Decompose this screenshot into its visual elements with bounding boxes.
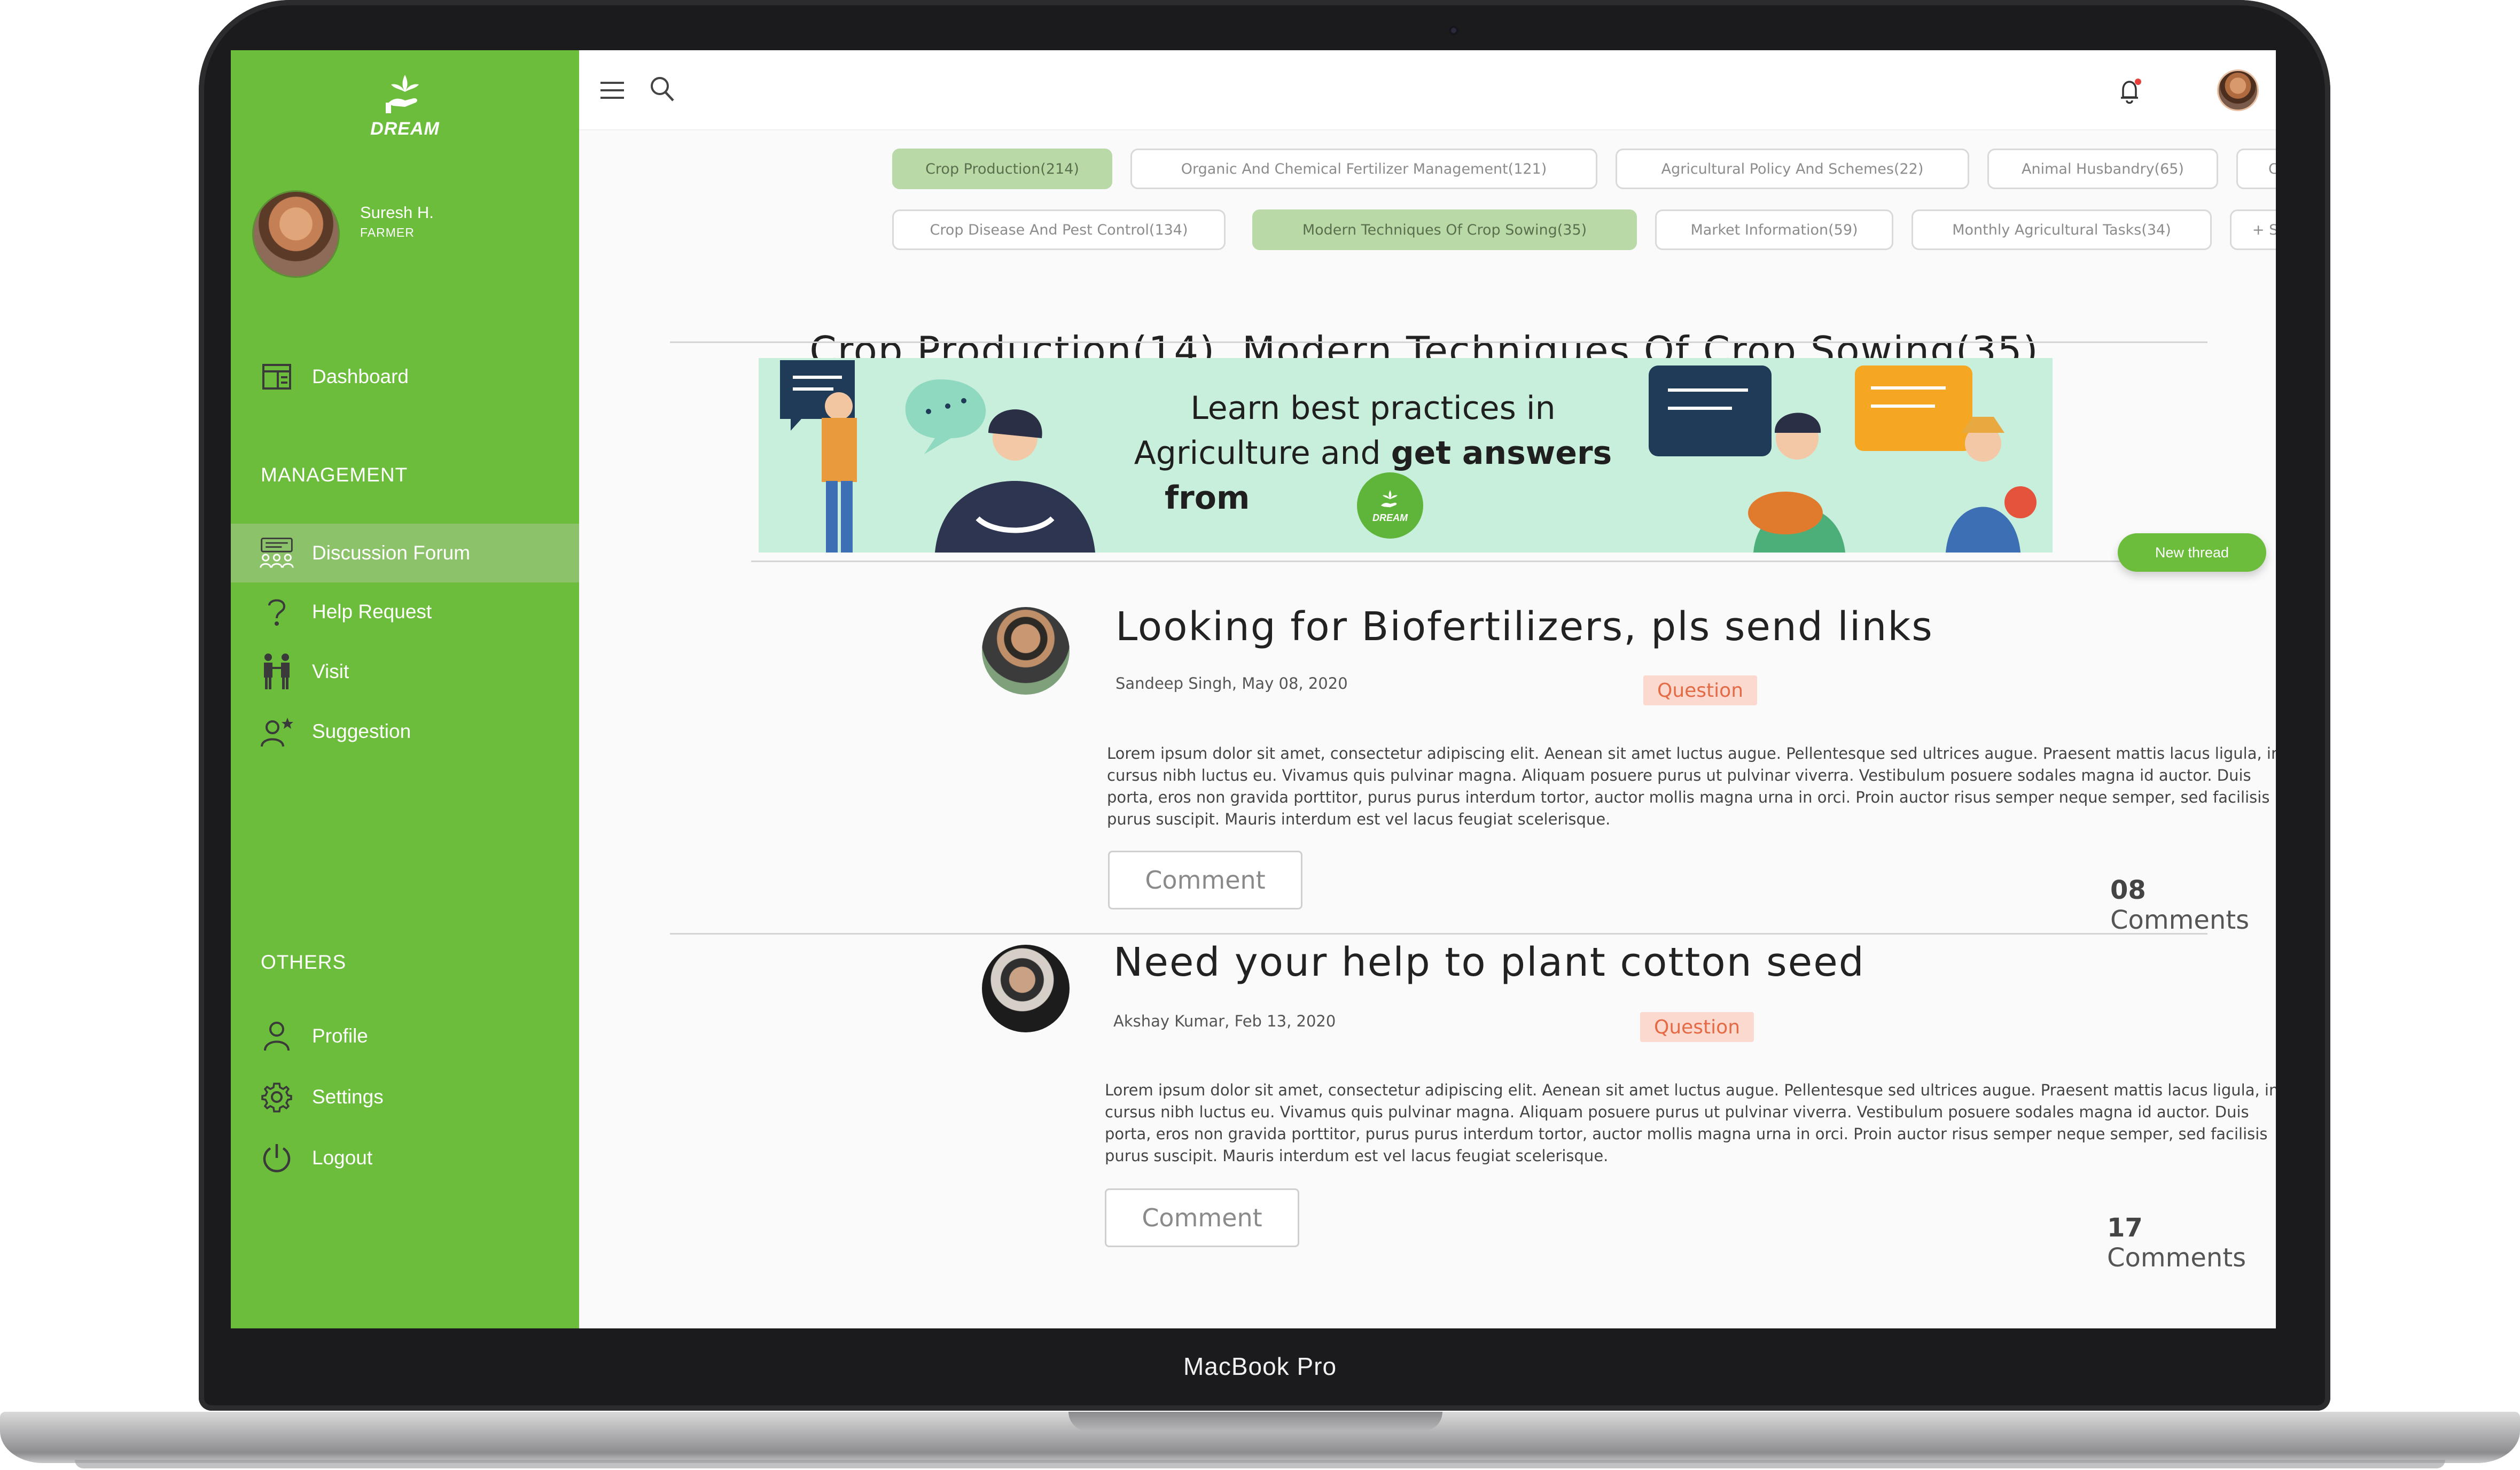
dream-logo-icon bbox=[386, 75, 419, 113]
user-name: Suresh H. bbox=[360, 203, 434, 222]
hamburger-menu-icon[interactable] bbox=[600, 81, 624, 103]
divider bbox=[670, 933, 2207, 935]
others-section-label: OTHERS bbox=[261, 951, 347, 973]
sidebar-item-label: Suggestion bbox=[312, 720, 411, 742]
banner-dream-logo: DREAM bbox=[1357, 472, 1423, 539]
brand[interactable]: DREAM bbox=[231, 71, 579, 139]
sidebar-item-label: Logout bbox=[312, 1147, 373, 1169]
user-avatar[interactable] bbox=[252, 190, 340, 278]
banner-illustration-right bbox=[1649, 365, 2037, 553]
category-chip[interactable]: Organic And Chemical Fertilizer Manageme… bbox=[1130, 149, 1597, 189]
management-section-label: MANAGEMENT bbox=[261, 464, 408, 486]
thread-body: Lorem ipsum dolor sit amet, consectetur … bbox=[1105, 1081, 2276, 1165]
sidebar-item-label: Help Request bbox=[312, 601, 432, 623]
laptop-notch bbox=[1068, 1412, 1442, 1431]
app-screen: DREAM Suresh H. FARMER Dashboard MANAGEM… bbox=[231, 50, 2276, 1328]
comment-count[interactable]: 17 Comments bbox=[2107, 1213, 2276, 1273]
banner-line-2b: get answers bbox=[1391, 434, 1612, 472]
sidebar-item-settings[interactable]: Settings bbox=[231, 1068, 579, 1126]
category-chip[interactable]: Crop Varieties(65) bbox=[2236, 149, 2276, 189]
sidebar-item-suggestion[interactable]: Suggestion bbox=[231, 702, 579, 761]
search-icon[interactable] bbox=[650, 76, 675, 105]
banner-line-1: Learn best practices in bbox=[1190, 390, 1556, 427]
notification-bell-icon[interactable] bbox=[2118, 78, 2143, 107]
show-all-button[interactable]: + Show all bbox=[2230, 209, 2276, 250]
category-chip[interactable]: Market Information(59) bbox=[1655, 209, 1893, 250]
sidebar: DREAM Suresh H. FARMER Dashboard MANAGEM… bbox=[231, 50, 579, 1328]
thread-title[interactable]: Need your help to plant cotton seed bbox=[1113, 939, 1865, 985]
power-icon bbox=[259, 1140, 295, 1176]
thread-title[interactable]: Looking for Biofertilizers, pls send lin… bbox=[1115, 604, 1933, 650]
thread-body: Lorem ipsum dolor sit amet, consectetur … bbox=[1107, 744, 2276, 828]
sidebar-item-label: Visit bbox=[312, 660, 349, 682]
thread-meta: Akshay Kumar, Feb 13, 2020 bbox=[1113, 1012, 1336, 1030]
sidebar-item-label: Settings bbox=[312, 1086, 384, 1108]
device-label: MacBook Pro bbox=[1183, 1352, 1337, 1380]
brand-name: DREAM bbox=[370, 119, 440, 139]
banner-logo-text: DREAM bbox=[1372, 512, 1408, 523]
category-chip[interactable]: Agricultural Policy And Schemes(22) bbox=[1616, 149, 1969, 189]
category-chip[interactable]: Monthly Agricultural Tasks(34) bbox=[1912, 209, 2212, 250]
banner-line-2a: Agriculture and bbox=[1134, 434, 1391, 472]
sidebar-item-visit[interactable]: Visit bbox=[231, 642, 579, 701]
comment-count-label: Comments bbox=[2110, 905, 2250, 935]
category-chip[interactable]: Modern Techniques Of Crop Sowing(35) bbox=[1252, 209, 1637, 250]
category-chip[interactable]: Crop Disease And Pest Control(134) bbox=[892, 209, 1226, 250]
profile-icon bbox=[259, 1018, 295, 1054]
forum-icon bbox=[259, 535, 295, 571]
thread-meta: Sandeep Singh, May 08, 2020 bbox=[1115, 674, 1348, 693]
comment-count-label: Comments bbox=[2107, 1243, 2246, 1273]
question-mark-icon bbox=[259, 594, 295, 630]
laptop-base-shadow bbox=[75, 1460, 2445, 1468]
comment-count-number: 08 bbox=[2110, 875, 2146, 905]
category-chip[interactable]: Crop Production(214) bbox=[892, 149, 1112, 189]
suggestion-icon bbox=[259, 713, 295, 750]
category-chip[interactable]: Animal Husbandry(65) bbox=[1987, 149, 2218, 189]
promo-banner: Learn best practices in Agriculture and … bbox=[759, 358, 2053, 553]
visit-people-icon bbox=[259, 654, 295, 690]
dream-logo-icon bbox=[1380, 489, 1398, 507]
sidebar-item-discussion-forum[interactable]: Discussion Forum bbox=[231, 524, 579, 582]
sidebar-item-help-request[interactable]: Help Request bbox=[231, 582, 579, 641]
top-bar bbox=[579, 50, 2276, 130]
comment-count-number: 17 bbox=[2107, 1213, 2143, 1243]
camera-dot bbox=[1449, 26, 1458, 35]
sidebar-item-logout[interactable]: Logout bbox=[231, 1129, 579, 1187]
user-role: FARMER bbox=[360, 225, 415, 239]
thread-tag-badge[interactable]: Question bbox=[1643, 675, 1758, 705]
divider bbox=[670, 341, 2207, 343]
thread-tag-badge[interactable]: Question bbox=[1640, 1012, 1754, 1042]
comment-button[interactable]: Comment bbox=[1105, 1188, 1299, 1247]
account-avatar[interactable] bbox=[2217, 69, 2259, 111]
new-thread-button[interactable]: New thread bbox=[2118, 533, 2266, 572]
banner-line-2: Agriculture and get answers bbox=[1133, 431, 1613, 476]
thread-author-avatar[interactable] bbox=[982, 607, 1070, 695]
comment-button[interactable]: Comment bbox=[1108, 851, 1302, 909]
sidebar-item-label: Discussion Forum bbox=[312, 542, 471, 564]
banner-line-3-text: from bbox=[1165, 479, 1250, 517]
gear-icon bbox=[259, 1079, 295, 1115]
banner-illustration-left bbox=[780, 360, 1095, 553]
divider bbox=[751, 561, 2207, 562]
sidebar-item-label: Profile bbox=[312, 1025, 368, 1047]
sidebar-item-profile[interactable]: Profile bbox=[231, 1007, 579, 1065]
thread-author-avatar[interactable] bbox=[982, 945, 1070, 1032]
comment-count[interactable]: 08 Comments bbox=[2110, 875, 2276, 935]
